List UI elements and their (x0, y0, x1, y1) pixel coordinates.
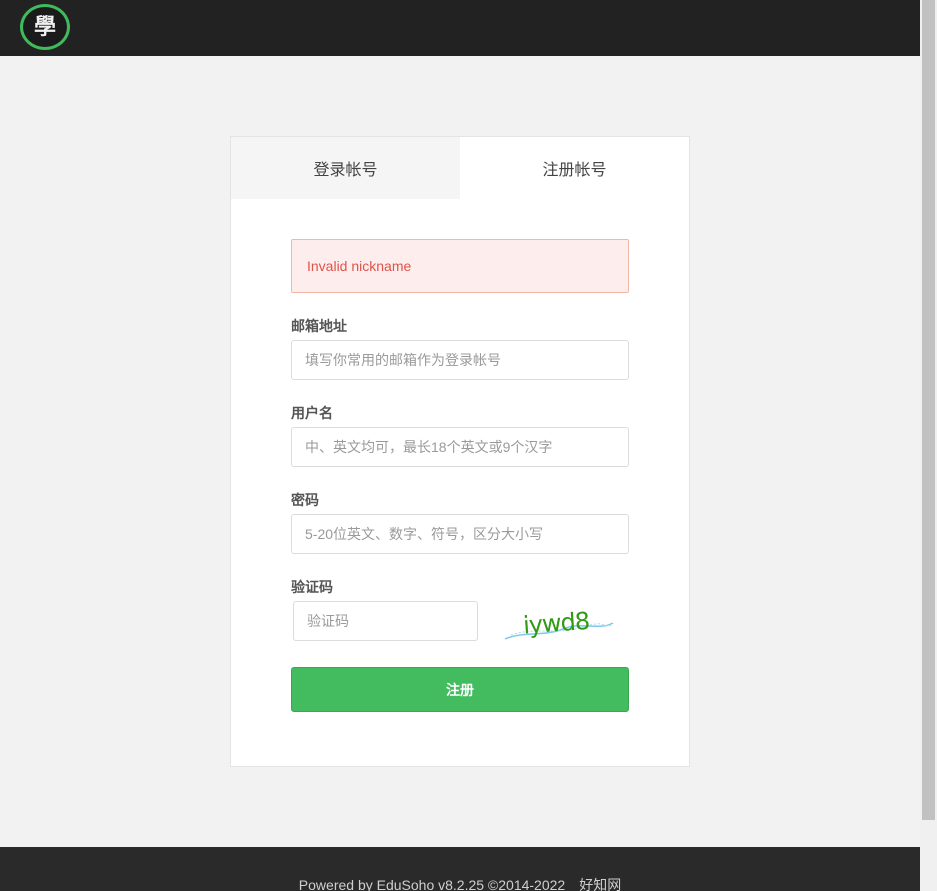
username-label: 用户名 (291, 405, 333, 421)
site-logo[interactable]: 學 (20, 4, 70, 50)
scrollbar-thumb[interactable] (922, 0, 935, 820)
footer-copyright: Powered by EduSoho v8.2.25 ©2014-2022 (298, 877, 566, 891)
page-footer: Powered by EduSoho v8.2.25 ©2014-2022 好知网 (0, 847, 920, 891)
footer-text-line: Powered by EduSoho v8.2.25 ©2014-2022 好知网 (0, 875, 920, 891)
tab-login[interactable]: 登录帐号 (231, 137, 460, 199)
top-navbar: 學 (0, 0, 920, 56)
logo-glyph: 學 (33, 14, 56, 40)
vertical-scrollbar[interactable] (920, 0, 937, 891)
password-field[interactable] (291, 514, 629, 554)
error-alert: Invalid nickname (291, 239, 629, 293)
captcha-image[interactable]: iywd8 (503, 601, 615, 643)
captcha-label: 验证码 (291, 579, 333, 595)
register-form: Invalid nickname 邮箱地址 用户名 密码 验证码 iywd8 注… (291, 239, 629, 712)
password-label: 密码 (291, 492, 319, 508)
email-label: 邮箱地址 (291, 318, 347, 334)
auth-tabs: 登录帐号 注册帐号 (231, 137, 689, 199)
captcha-text: iywd8 (522, 607, 590, 640)
register-button[interactable]: 注册 (291, 667, 629, 712)
email-field[interactable] (291, 340, 629, 380)
username-field[interactable] (291, 427, 629, 467)
tab-register[interactable]: 注册帐号 (460, 137, 689, 199)
captcha-field[interactable] (293, 601, 478, 641)
footer-link[interactable]: 好知网 (579, 877, 621, 891)
auth-card: 登录帐号 注册帐号 Invalid nickname 邮箱地址 用户名 密码 验… (230, 136, 690, 767)
error-alert-text: Invalid nickname (307, 258, 412, 274)
